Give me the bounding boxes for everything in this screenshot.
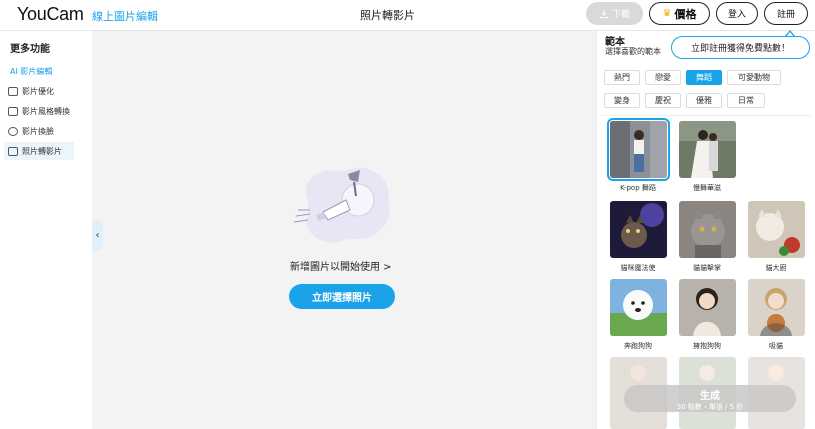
template-thumb[interactable]: [748, 201, 805, 258]
video-enhance-icon: [8, 86, 18, 96]
panel-subtitle: 選擇喜歡的範本: [605, 47, 661, 56]
category-chip[interactable]: 慶祝: [645, 93, 681, 108]
sidebar: 更多功能 AI 影片編輯 影片優化 影片風格轉換 影片換臉 照片轉影片: [0, 31, 92, 429]
download-button[interactable]: 下載: [586, 2, 643, 25]
register-button[interactable]: 註冊: [764, 2, 808, 25]
template-label: 貓大廚: [765, 264, 787, 272]
template-thumb[interactable]: [679, 201, 736, 258]
template-image: [610, 279, 667, 336]
template-label: 貓咪魔法使: [620, 264, 656, 272]
login-button[interactable]: 登入: [716, 2, 758, 25]
add-image-prompt[interactable]: 新增圖片以開始使用 >: [290, 258, 392, 273]
template-image: [748, 201, 805, 258]
template-image: [679, 201, 736, 258]
sidebar-section-ai-video: AI 影片編輯: [10, 67, 53, 76]
sidebar-item-label: 影片換臉: [22, 126, 54, 136]
crown-icon: ♛: [662, 8, 672, 19]
price-button[interactable]: ♛ 價格: [649, 2, 710, 25]
template-thumb[interactable]: [679, 121, 736, 178]
style-transfer-icon: [8, 106, 18, 116]
sidebar-item-photo-to-video[interactable]: 照片轉影片: [4, 142, 74, 160]
collapse-sidebar-button[interactable]: ‹: [92, 220, 103, 250]
generate-label: 生成: [700, 391, 720, 402]
face-swap-icon: [8, 126, 18, 136]
template-image: [748, 279, 805, 336]
top-bar: YouCam 線上圖片編輯 照片轉影片 下載 ♛ 價格 登入 註冊: [0, 0, 815, 31]
template-thumb[interactable]: [607, 118, 670, 181]
download-label: 下載: [611, 10, 630, 20]
generate-button[interactable]: 生成 30 點數・單張 / 5 秒: [624, 385, 796, 412]
category-chip[interactable]: 可愛動物: [727, 70, 781, 85]
login-label: 登入: [727, 10, 746, 20]
template-image: [610, 121, 667, 178]
logo[interactable]: YouCam: [17, 4, 84, 25]
sidebar-item-label: 影片優化: [22, 86, 54, 96]
template-thumb[interactable]: [679, 279, 736, 336]
template-image: [610, 201, 667, 258]
photo-to-video-icon: [8, 146, 18, 156]
register-tooltip[interactable]: 立即註冊獲得免費點數！: [671, 36, 810, 59]
category-chip[interactable]: 優雅: [686, 93, 722, 108]
download-icon: [599, 9, 608, 18]
chevron-left-icon: ‹: [95, 229, 100, 241]
category-chip[interactable]: 戀愛: [645, 70, 681, 85]
template-label: 奔跑狗狗: [624, 342, 652, 350]
page-title: 照片轉影片: [360, 9, 415, 22]
template-label: 吸貓: [769, 342, 783, 350]
template-label: 慢舞華滋: [693, 184, 721, 192]
category-chip-active[interactable]: 舞蹈: [686, 70, 722, 85]
template-label: 貓貓擊掌: [693, 264, 721, 272]
page: YouCam 線上圖片編輯 照片轉影片 下載 ♛ 價格 登入 註冊 更多功能 A…: [0, 0, 815, 429]
divider: [601, 115, 811, 116]
template-label: 擁抱狗狗: [693, 342, 721, 350]
sidebar-title: 更多功能: [10, 44, 50, 55]
category-chip[interactable]: 熱門: [604, 70, 640, 85]
category-chip[interactable]: 日常: [727, 93, 765, 108]
generate-cost: 30 點數・單張 / 5 秒: [676, 403, 744, 411]
sidebar-item-style-transfer[interactable]: 影片風格轉換: [4, 102, 74, 120]
template-thumb[interactable]: [610, 201, 667, 258]
template-label: K-pop 舞蹈: [620, 184, 656, 192]
logo-subtitle[interactable]: 線上圖片編輯: [92, 8, 158, 24]
template-thumb[interactable]: [610, 279, 667, 336]
category-chip[interactable]: 變身: [604, 93, 640, 108]
template-thumb[interactable]: [748, 279, 805, 336]
price-label: 價格: [674, 7, 697, 21]
sidebar-item-label: 照片轉影片: [22, 146, 62, 156]
template-image: [679, 121, 736, 178]
template-image: [679, 279, 736, 336]
upload-illustration: [293, 167, 390, 243]
sidebar-item-video-enhance[interactable]: 影片優化: [4, 82, 74, 100]
sidebar-item-label: 影片風格轉換: [22, 106, 70, 116]
register-label: 註冊: [776, 10, 795, 20]
select-photo-button[interactable]: 立即選擇照片: [289, 284, 395, 309]
sidebar-item-face-swap[interactable]: 影片換臉: [4, 122, 74, 140]
